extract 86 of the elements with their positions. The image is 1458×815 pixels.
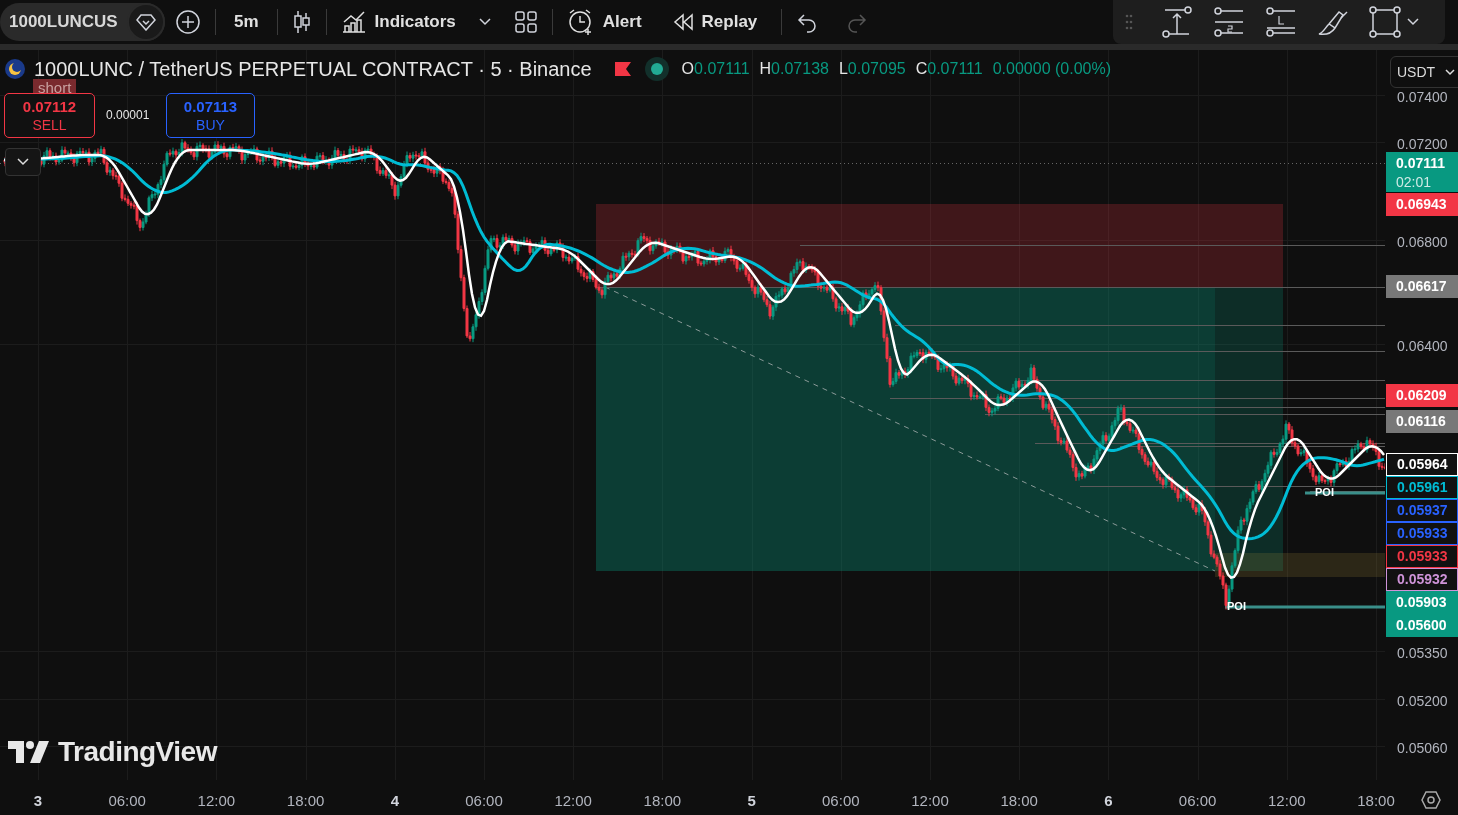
price-tick-label: 0.07200: [1397, 136, 1448, 152]
price-label: 0.05964: [1386, 453, 1458, 477]
status-dot-icon: [643, 56, 670, 82]
time-tick-label: 5: [747, 792, 756, 809]
ohlc-value: C0.07111: [915, 60, 983, 78]
layout-button[interactable]: [513, 10, 538, 34]
time-tick-label: 18:00: [1000, 792, 1038, 809]
candlestick-icon: [291, 9, 312, 35]
price-label: 0.05933: [1386, 545, 1458, 569]
chart-icon: [340, 10, 367, 34]
time-tick-label: 12:00: [911, 792, 949, 809]
tradingview-logo-icon: [8, 741, 50, 763]
price-label: 0.05961: [1386, 476, 1458, 500]
price-label: 0.05937: [1386, 499, 1458, 523]
undo-icon: [796, 11, 819, 33]
long-position-tool-icon: [1265, 6, 1297, 38]
chevron-down-icon: [1445, 68, 1456, 76]
tradingview-logo: TradingView: [58, 736, 217, 768]
price-tick-label: 0.06800: [1397, 233, 1448, 250]
time-tick-label: 06:00: [465, 792, 503, 809]
time-tick-label: 3: [33, 792, 43, 809]
price-label: 0.06943: [1386, 192, 1458, 216]
rewind-icon: [671, 12, 694, 32]
price-label: 0.06116: [1386, 410, 1458, 433]
price-change: 0.00000 (0.00%): [992, 60, 1112, 78]
price-label: 0.05932: [1386, 568, 1458, 592]
flag-icon: [613, 61, 632, 77]
sell-button[interactable]: 0.07112 SELL: [4, 93, 95, 138]
candles-button[interactable]: [291, 9, 312, 35]
chart-title: 1000LUNC / TetherUS PERPETUAL CONTRACT · 5 · Binance: [34, 57, 592, 81]
time-tick-label: 18:00: [643, 792, 682, 809]
time-tick-label: 18:00: [1357, 792, 1395, 809]
time-tick-label: 12:00: [1268, 792, 1306, 809]
poi-label: POI: [1315, 486, 1334, 498]
drag-handle-icon: [1125, 13, 1133, 31]
ohlc-value: O0.07111: [681, 60, 750, 78]
price-label: 0.05933: [1386, 522, 1458, 546]
undo-button[interactable]: [796, 11, 819, 33]
currency-dropdown[interactable]: USDT: [1390, 56, 1458, 88]
price-tick-label: 0.07400: [1397, 89, 1448, 106]
time-tick-label: 06:00: [108, 792, 146, 809]
alert-button[interactable]: Alert: [566, 8, 642, 36]
price-tick-label: 0.05060: [1397, 740, 1448, 757]
symbol-search-field[interactable]: 1000LUNCUS: [0, 3, 165, 41]
price-tick-label: 0.05200: [1397, 693, 1448, 710]
redo-icon: [846, 11, 869, 33]
grid-icon: [513, 10, 538, 34]
rectangle-tool-icon: [1369, 6, 1401, 38]
time-tick-label: 12:00: [197, 792, 236, 809]
ohlc-value: L0.07095: [838, 60, 906, 78]
replay-button[interactable]: Replay: [671, 12, 758, 32]
poi-label: POI: [1227, 600, 1246, 612]
time-tick-label: 18:00: [286, 792, 325, 809]
coin-logo-icon: [4, 58, 26, 80]
price-label: 0.05903: [1386, 591, 1458, 615]
drawing-tool-button[interactable]: [1213, 6, 1245, 38]
buy-button[interactable]: 0.07113 BUY: [166, 93, 255, 138]
drawing-tool-button[interactable]: [1161, 6, 1193, 38]
indicators-button[interactable]: Indicators: [340, 10, 456, 34]
time-tick-label: 4: [390, 792, 399, 809]
time-tick-label: 12:00: [554, 792, 592, 809]
price-label: 0.07111 02:01: [1386, 151, 1458, 192]
price-label: 0.05600: [1386, 614, 1458, 638]
drawing-tool-button[interactable]: [1265, 6, 1297, 38]
price-label: 0.06617: [1386, 275, 1458, 299]
plus-circle-icon: [175, 9, 201, 35]
diamond-icon: [136, 13, 156, 31]
price-tick-label: 0.06400: [1397, 337, 1448, 354]
price-label: 0.06209: [1386, 384, 1458, 408]
chevron-down-icon: [477, 17, 492, 27]
time-tick-label: 06:00: [1178, 792, 1217, 809]
price-range-tool-icon: [1161, 6, 1193, 38]
price-tick-label: 0.05350: [1397, 644, 1448, 661]
drawing-tool-button[interactable]: [1369, 6, 1401, 38]
spread-value: 0.00001: [106, 108, 150, 122]
add-symbol-button[interactable]: [175, 9, 201, 35]
time-tick-label: 6: [1104, 792, 1113, 809]
diamond-button[interactable]: [127, 3, 165, 41]
chevron-down-icon: [17, 158, 29, 166]
interval-button[interactable]: 5m: [234, 12, 259, 32]
short-position-tool-icon: [1213, 6, 1245, 38]
time-tick-label: 06:00: [822, 792, 860, 809]
chevron-down-icon: [1407, 18, 1419, 26]
settings-icon[interactable]: [1421, 790, 1441, 810]
ohlc-value: H0.07138: [759, 60, 829, 78]
collapse-button[interactable]: [5, 148, 41, 176]
